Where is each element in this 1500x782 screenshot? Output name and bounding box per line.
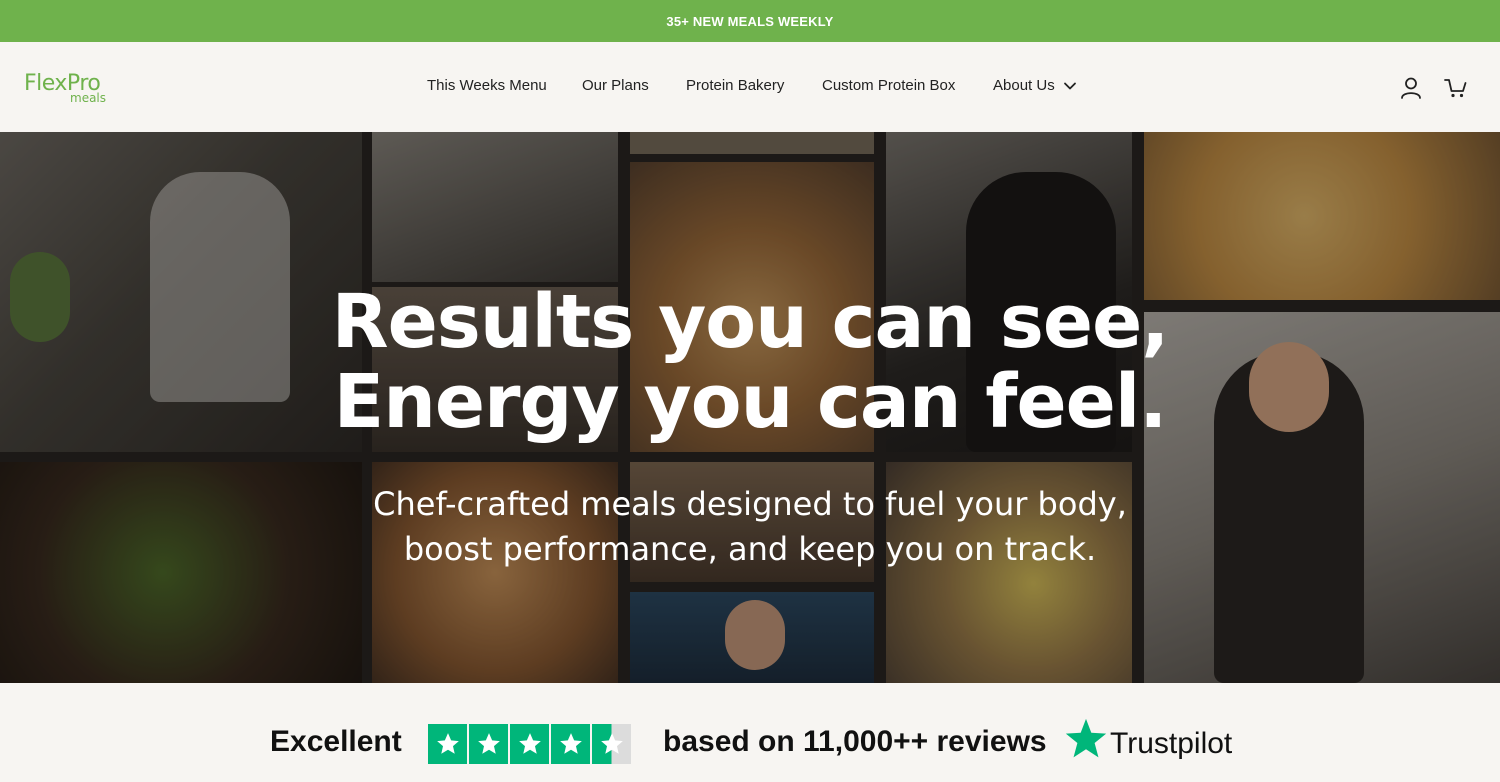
nav-item-label: Custom Protein Box [822,77,956,94]
account-icon[interactable] [1398,75,1424,101]
hero-title-line-2: Energy you can feel. [333,359,1168,445]
brand-logo[interactable]: FlexPro meals [24,71,114,107]
hero-subtitle: Chef-crafted meals designed to fuel your… [0,482,1500,572]
trustpilot-logo[interactable]: Trustpilot [1064,717,1254,765]
nav-item-about-us[interactable]: About Us [993,77,1077,94]
announcement-text: 35+ NEW MEALS WEEKLY [666,13,834,29]
hero-title: Results you can see, Energy you can feel… [0,282,1500,442]
nav-item-label: This Weeks Menu [427,77,547,94]
nav-item-label: Our Plans [582,77,649,94]
trustpilot-wordmark: Trustpilot [1110,727,1233,760]
nav-item-protein-bakery[interactable]: Protein Bakery [686,77,784,94]
star-icon [551,724,590,764]
brand-logo-sub: meals [70,91,107,105]
announcement-bar: 35+ NEW MEALS WEEKLY [0,0,1500,42]
trust-rating-word: Excellent [270,725,402,758]
nav-item-our-plans[interactable]: Our Plans [582,77,649,94]
hero-banner: Results you can see, Energy you can feel… [0,132,1500,683]
star-icon [510,724,549,764]
star-icon [428,724,467,764]
chevron-down-icon [1063,82,1076,89]
nav-item-custom-protein-box[interactable]: Custom Protein Box [822,77,955,94]
cart-icon[interactable] [1443,75,1469,101]
nav-item-this-weeks-menu[interactable]: This Weeks Menu [427,77,547,94]
nav-item-label: Protein Bakery [686,77,785,94]
half-star-icon [592,724,631,764]
trust-stars [428,724,633,764]
trustpilot-strip: Excellent based on 11,000++ reviews Trus… [0,683,1500,782]
site-header: FlexPro meals This Weeks Menu Our Plans … [0,42,1500,132]
trust-reviews-count: based on 11,000++ reviews [663,725,1047,758]
trustpilot-star-icon [1065,718,1107,758]
nav-item-label: About Us [993,77,1055,94]
hero-subtitle-line-1: Chef-crafted meals designed to fuel your… [373,485,1127,523]
star-icon [469,724,508,764]
hero-subtitle-line-2: boost performance, and keep you on track… [403,530,1097,568]
hero-title-line-1: Results you can see, [331,279,1170,365]
